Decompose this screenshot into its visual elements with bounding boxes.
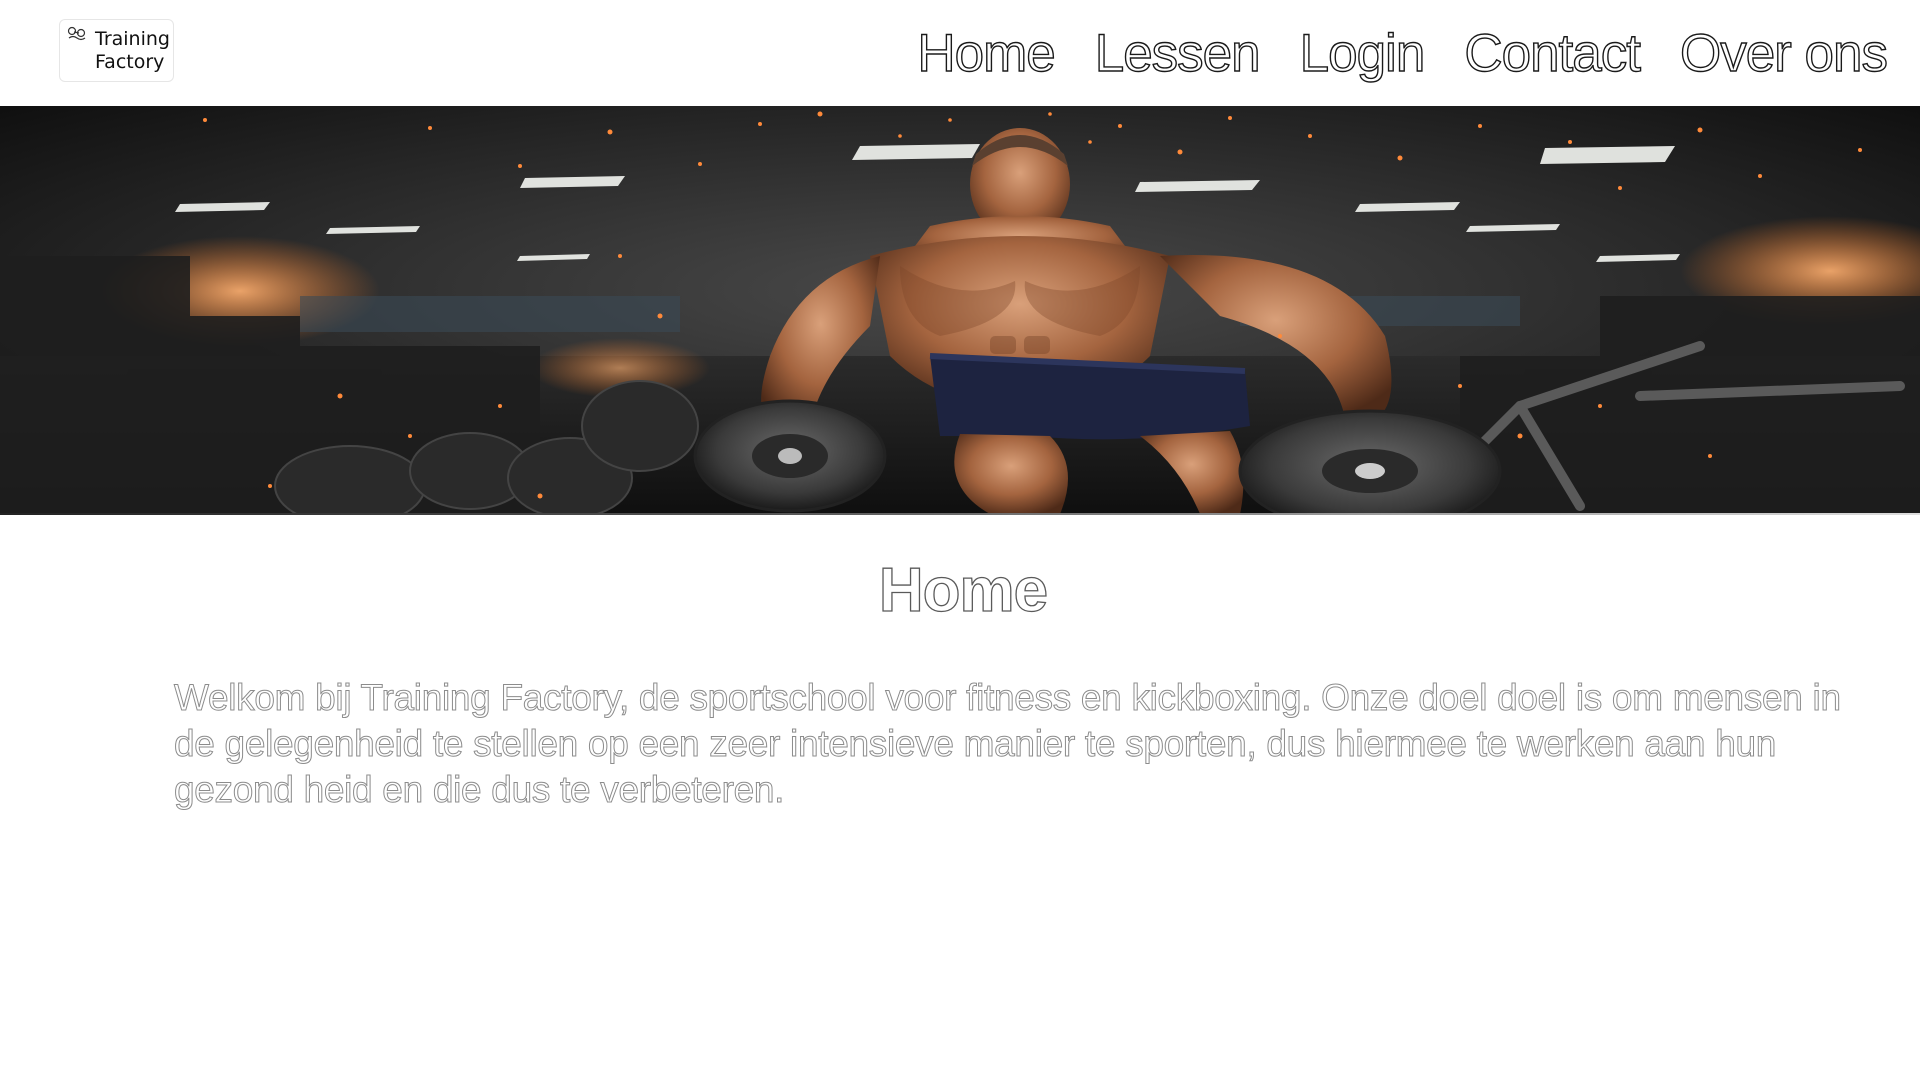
intro-paragraph: Welkom bij Training Factory, de sportsch… [174, 677, 1842, 811]
nav-item-home[interactable]: Home [917, 22, 1057, 86]
dumbbell-icon [67, 26, 86, 41]
main-nav: Home Lessen Login Contact Over ons [917, 22, 1889, 86]
nav-item-contact[interactable]: Contact [1464, 22, 1642, 86]
hero-banner [0, 106, 1920, 514]
nav-item-login[interactable]: Login [1299, 22, 1426, 86]
logo[interactable]: Training Factory [59, 19, 174, 82]
nav-item-over-ons[interactable]: Over ons [1679, 22, 1888, 86]
logo-text-line-1: Training [95, 28, 170, 50]
site-header: Training Factory Home Lessen Login Conta… [0, 0, 1920, 106]
page-title: Home [878, 555, 1049, 625]
hero-image [0, 106, 1920, 514]
nav-item-lessen[interactable]: Lessen [1094, 22, 1261, 86]
hero-divider [0, 513, 1920, 515]
logo-text-line-2: Factory [95, 51, 165, 73]
